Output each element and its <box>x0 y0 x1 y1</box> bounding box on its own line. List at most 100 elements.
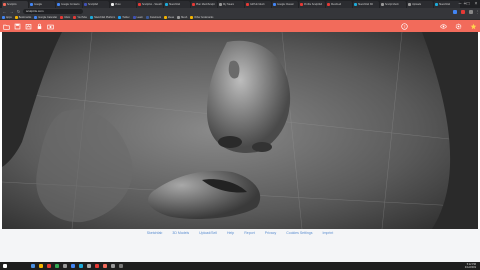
minimize-icon[interactable]: – <box>456 0 464 8</box>
taskbar-app-icon[interactable] <box>95 264 99 268</box>
tab-favicon-icon <box>30 2 33 6</box>
back-arrow-icon[interactable]: ← <box>2 9 7 14</box>
url-input[interactable]: sculptris.com <box>23 9 83 14</box>
lock-icon[interactable] <box>35 22 44 31</box>
tab-label: Google Contacts <box>61 2 80 6</box>
tab-favicon-icon <box>300 2 303 6</box>
bookmark-favicon-icon <box>73 15 77 19</box>
taskbar-app-icon[interactable] <box>55 264 59 268</box>
browser-tab[interactable]: Plan MeshSculpt <box>191 0 217 8</box>
taskbar-app-icon[interactable] <box>79 264 83 268</box>
bookmark-item[interactable]: Learn <box>132 15 143 19</box>
footer-link[interactable]: Imprint <box>322 231 333 262</box>
bookmark-label: YouTube <box>77 15 88 19</box>
star-icon[interactable] <box>469 22 478 31</box>
footer-link[interactable]: Report <box>244 231 255 262</box>
profile-avatar[interactable] <box>469 9 473 14</box>
footer-link[interactable]: Sketchfab <box>147 231 163 262</box>
start-windows-icon[interactable] <box>3 264 7 268</box>
menu-kebab-icon[interactable]: ⋮ <box>475 9 480 14</box>
bookmark-favicon-icon <box>190 15 194 19</box>
tab-favicon-icon <box>219 2 222 6</box>
tab-favicon-icon <box>84 2 87 6</box>
footer-link[interactable]: Cookies Settings <box>286 231 312 262</box>
taskbar-app-icon[interactable] <box>63 264 67 268</box>
tab-label: Sketchfab <box>169 2 181 6</box>
taskbar-app-icon[interactable] <box>39 264 43 268</box>
tab-label: SculptGL - Sketchfab <box>142 2 162 6</box>
taskbar-app-icon[interactable] <box>47 264 51 268</box>
bookmark-label: Apps <box>6 15 12 19</box>
browser-tab[interactable]: Google Classic <box>272 0 298 8</box>
save-icon[interactable] <box>13 22 22 31</box>
export-icon[interactable] <box>24 22 33 31</box>
taskbar-app-icon[interactable] <box>103 264 107 268</box>
tab-favicon-icon <box>354 2 357 6</box>
bookmark-favicon-icon <box>132 15 136 19</box>
tab-label: Sculptfab <box>88 2 99 6</box>
footer-link[interactable]: Upload/Sell <box>199 231 217 262</box>
bookmark-item[interactable]: Bookmarks <box>14 15 32 19</box>
bookmark-item[interactable]: Sketchfab Platform <box>90 15 116 19</box>
browser-tab[interactable]: Sketchfab 3D <box>353 0 379 8</box>
browser-tab[interactable]: Sculpt Mesh <box>380 0 406 8</box>
browser-tab[interactable]: MeshLab <box>326 0 352 8</box>
bookmark-label: Bookmarks <box>18 15 32 19</box>
bookmark-favicon-icon <box>90 15 94 19</box>
bookmark-item[interactable]: YouTube <box>73 15 88 19</box>
maximize-icon[interactable]: □ <box>464 0 472 8</box>
taskbar-app-icon[interactable] <box>111 264 115 268</box>
browser-tab[interactable]: Profile Sculptfab <box>299 0 325 8</box>
help-icon[interactable]: ? <box>400 22 409 31</box>
forward-arrow-icon[interactable]: → <box>9 9 14 14</box>
tab-favicon-icon <box>408 2 411 6</box>
bookmark-item[interactable]: Ideas <box>163 15 174 19</box>
bookmark-item[interactable]: Apps <box>2 15 12 19</box>
browser-tab[interactable]: SculptGL - Sketchfab <box>137 0 163 8</box>
footer-link[interactable]: 3D Models <box>172 231 189 262</box>
bookmark-label: Learn <box>136 15 143 19</box>
taskbar-app-icon[interactable] <box>71 264 75 268</box>
tab-label: Sketchfab 3D <box>358 2 374 6</box>
browser-tab[interactable]: GitHub Mesh <box>245 0 271 8</box>
browser-tab[interactable]: Google <box>29 0 55 8</box>
close-icon[interactable]: × <box>472 0 480 8</box>
taskbar-app-icon[interactable] <box>119 264 123 268</box>
tab-label: MeshLab <box>331 2 342 6</box>
sculpt-viewport-canvas[interactable] <box>2 32 478 229</box>
browser-tab[interactable]: Uploads <box>407 0 433 8</box>
browser-tab[interactable]: Google Contacts <box>56 0 82 8</box>
tab-favicon-icon <box>273 2 276 6</box>
gear-icon[interactable] <box>454 22 463 31</box>
folder-icon[interactable] <box>2 22 11 31</box>
taskbar-app-icon[interactable] <box>31 264 35 268</box>
bookmark-favicon-icon <box>163 15 167 19</box>
system-clock[interactable]: 5:12 PM 4/12/2019 <box>465 262 476 270</box>
footer-link[interactable]: Help <box>227 231 234 262</box>
browser-tab[interactable]: Sketchfab <box>164 0 190 8</box>
footer-link[interactable]: Privacy <box>265 231 276 262</box>
taskbar-app-icon[interactable] <box>87 264 91 268</box>
eye-icon[interactable] <box>439 22 448 31</box>
browser-tab[interactable]: Pluto <box>110 0 136 8</box>
bookmark-item[interactable]: Other bookmarks <box>190 15 213 19</box>
browser-tab[interactable]: Sculptfab <box>83 0 109 8</box>
bookmark-item[interactable]: Google Calendar <box>34 15 57 19</box>
bookmark-item[interactable]: Twitter <box>118 15 130 19</box>
bookmark-label: Sketchfab Platform <box>94 15 116 19</box>
browser-tab[interactable]: Sculptris <box>2 0 28 8</box>
tab-label: Google <box>34 2 43 6</box>
tab-label: Uploads <box>412 2 422 6</box>
extension-icon[interactable] <box>453 9 457 14</box>
bookmark-item[interactable]: Facebook <box>145 15 161 19</box>
bookmark-item[interactable]: Mesh <box>177 15 187 19</box>
tab-label: Pluto <box>115 2 121 6</box>
bookmark-item[interactable]: Inbox <box>60 15 70 19</box>
url-text: sculptris.com <box>26 9 44 13</box>
camera-icon[interactable] <box>46 22 55 31</box>
browser-tab[interactable]: My Steam <box>218 0 244 8</box>
bookmark-favicon-icon <box>118 15 122 19</box>
reload-icon[interactable]: ↻ <box>16 9 21 14</box>
extension-icon[interactable] <box>461 9 465 14</box>
tab-favicon-icon <box>327 2 330 6</box>
